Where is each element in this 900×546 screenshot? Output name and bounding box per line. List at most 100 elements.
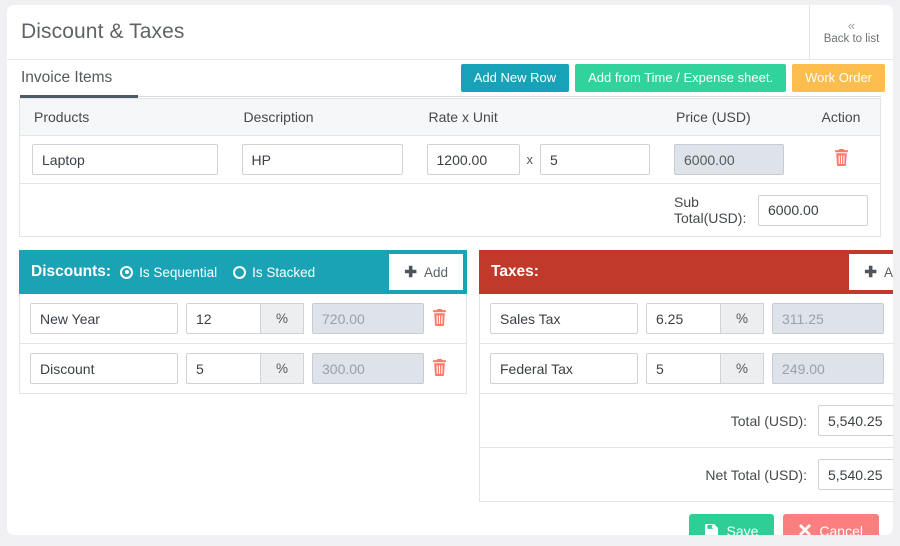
cell-price xyxy=(662,136,802,184)
total-label: Total (USD): xyxy=(731,413,807,429)
percent-addon: % xyxy=(261,303,304,334)
tab-actions: Add New Row Add from Time / Expense shee… xyxy=(461,64,885,95)
net-total-label: Net Total (USD): xyxy=(705,467,807,483)
form-footer: Save Cancel xyxy=(7,502,893,535)
back-to-list-button[interactable]: « Back to list xyxy=(809,5,893,59)
discount-name-input[interactable] xyxy=(30,353,178,384)
radio-unselected-icon xyxy=(233,266,246,279)
table-row: x xyxy=(20,136,881,184)
close-x-icon xyxy=(799,524,811,535)
subtotal-label: Sub Total(USD): xyxy=(674,194,747,226)
column-header-products: Products xyxy=(20,99,230,136)
plus-icon: ✚ xyxy=(864,263,877,281)
discount-name-input[interactable] xyxy=(30,303,178,334)
cancel-button[interactable]: Cancel xyxy=(783,514,879,535)
discount-amount-input xyxy=(312,353,424,384)
trash-icon[interactable] xyxy=(892,309,893,329)
discount-tax-panels: Discounts: Is Sequential Is Stacked ✚ Ad… xyxy=(7,237,893,502)
radio-is-sequential-label: Is Sequential xyxy=(139,265,217,280)
description-input[interactable] xyxy=(242,144,403,175)
discounts-panel-body: % % xyxy=(19,294,467,394)
percent-addon: % xyxy=(721,303,764,334)
add-tax-button[interactable]: ✚ Add xyxy=(849,254,893,290)
add-from-time-expense-button[interactable]: Add from Time / Expense sheet. xyxy=(575,64,786,92)
cell-rate-unit: x xyxy=(415,136,663,184)
discount-rate-input[interactable] xyxy=(186,353,261,384)
trash-icon[interactable] xyxy=(432,359,456,379)
taxes-title: Taxes: xyxy=(491,263,539,281)
discount-amount-input xyxy=(312,303,424,334)
tab-invoice-items[interactable]: Invoice Items xyxy=(17,69,116,95)
discount-taxes-card: Discount & Taxes « Back to list Invoice … xyxy=(7,5,893,535)
work-order-button[interactable]: Work Order xyxy=(792,64,885,92)
subtotal-spacer xyxy=(20,184,663,237)
column-header-rate-unit: Rate x Unit xyxy=(415,99,663,136)
tax-row: % xyxy=(480,344,893,394)
page-title: Discount & Taxes xyxy=(7,5,809,59)
add-new-row-button[interactable]: Add New Row xyxy=(461,64,569,92)
plus-icon: ✚ xyxy=(404,263,417,281)
cell-description xyxy=(230,136,415,184)
tax-row: % xyxy=(480,294,893,344)
chevron-left-double-icon: « xyxy=(848,19,855,32)
radio-is-stacked-label: Is Stacked xyxy=(252,265,315,280)
column-header-price: Price (USD) xyxy=(662,99,802,136)
tax-name-input[interactable] xyxy=(490,303,638,334)
percent-addon: % xyxy=(261,353,304,384)
taxes-panel-header: Taxes: ✚ Add xyxy=(479,250,893,294)
table-header-row: Products Description Rate x Unit Price (… xyxy=(20,99,881,136)
radio-selected-icon xyxy=(120,266,133,279)
tax-rate-group: % xyxy=(646,353,764,384)
radio-is-stacked[interactable]: Is Stacked xyxy=(233,265,315,280)
discounts-panel-header: Discounts: Is Sequential Is Stacked ✚ Ad… xyxy=(19,250,467,294)
invoice-items-section: Products Description Rate x Unit Price (… xyxy=(7,98,893,237)
save-label: Save xyxy=(726,523,758,535)
floppy-disk-icon xyxy=(705,524,718,536)
add-discount-label: Add xyxy=(424,265,448,280)
discount-row: % xyxy=(20,294,466,344)
multiplier-label: x xyxy=(527,152,534,167)
back-to-list-label: Back to list xyxy=(824,33,880,46)
discount-row: % xyxy=(20,344,466,393)
save-button[interactable]: Save xyxy=(689,514,774,535)
tax-name-input[interactable] xyxy=(490,353,638,384)
tab-bar: Invoice Items Add New Row Add from Time … xyxy=(7,60,893,98)
column-header-description: Description xyxy=(230,99,415,136)
discount-mode-radio-group: Is Sequential Is Stacked xyxy=(120,265,315,280)
tax-rate-input[interactable] xyxy=(646,303,721,334)
cancel-label: Cancel xyxy=(819,523,863,535)
discounts-panel: Discounts: Is Sequential Is Stacked ✚ Ad… xyxy=(19,250,467,394)
discounts-title: Discounts: xyxy=(31,263,111,281)
unit-input[interactable] xyxy=(540,144,650,175)
trash-icon[interactable] xyxy=(834,149,849,169)
tab-rule xyxy=(20,96,881,97)
price-input[interactable] xyxy=(674,144,784,175)
discount-rate-group: % xyxy=(186,303,304,334)
net-total-input[interactable] xyxy=(818,459,893,490)
tax-rate-input[interactable] xyxy=(646,353,721,384)
tax-amount-input xyxy=(772,303,884,334)
discount-rate-input[interactable] xyxy=(186,303,261,334)
tab-active-underline xyxy=(20,95,138,98)
add-tax-label: Add xyxy=(884,265,893,280)
subtotal-input[interactable] xyxy=(758,195,868,226)
product-input[interactable] xyxy=(32,144,218,175)
subtotal-row: Sub Total(USD): xyxy=(20,184,881,237)
tax-rate-group: % xyxy=(646,303,764,334)
cell-action xyxy=(802,136,881,184)
total-row: Total (USD): xyxy=(480,394,893,448)
add-discount-button[interactable]: ✚ Add xyxy=(389,254,463,290)
trash-icon[interactable] xyxy=(432,309,456,329)
rate-input[interactable] xyxy=(427,144,520,175)
cell-product xyxy=(20,136,230,184)
taxes-panel-body: % % xyxy=(479,294,893,502)
trash-icon[interactable] xyxy=(892,359,893,379)
tax-amount-input xyxy=(772,353,884,384)
total-input[interactable] xyxy=(818,405,893,436)
invoice-items-table: Products Description Rate x Unit Price (… xyxy=(19,98,881,237)
discount-rate-group: % xyxy=(186,353,304,384)
column-header-action: Action xyxy=(802,99,881,136)
percent-addon: % xyxy=(721,353,764,384)
page-header: Discount & Taxes « Back to list xyxy=(7,5,893,60)
radio-is-sequential[interactable]: Is Sequential xyxy=(120,265,217,280)
